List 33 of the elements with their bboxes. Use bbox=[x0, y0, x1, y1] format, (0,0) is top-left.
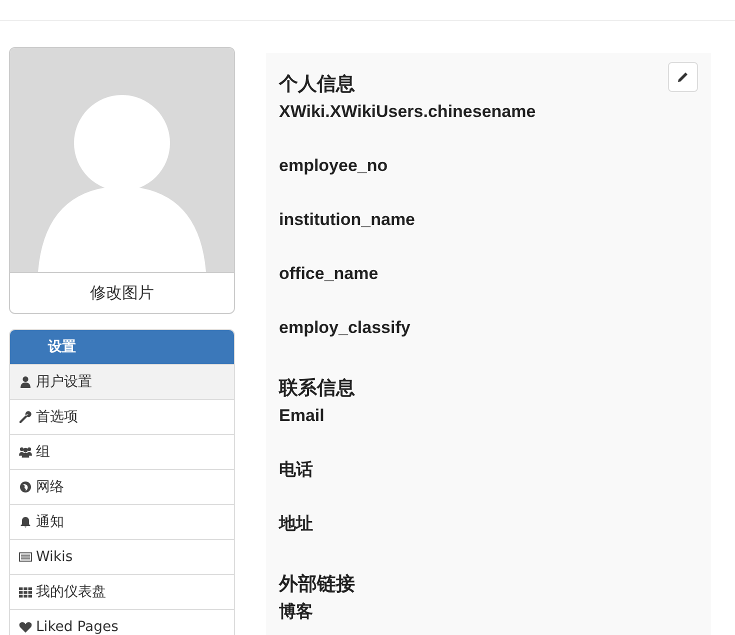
field-label: Email bbox=[279, 405, 324, 427]
field-label: 博客 bbox=[279, 601, 313, 623]
change-picture-link[interactable]: 修改图片 bbox=[10, 272, 234, 313]
field-label: 电话 bbox=[279, 459, 313, 481]
menu-item[interactable]: 组 bbox=[10, 434, 234, 469]
bell-icon bbox=[19, 516, 32, 528]
user-icon bbox=[19, 376, 32, 388]
menu-item[interactable]: 我的仪表盘 bbox=[10, 574, 234, 609]
field-label: XWiki.XWikiUsers.chinesename bbox=[279, 101, 536, 123]
field-label: office_name bbox=[279, 263, 378, 285]
globe-icon bbox=[19, 481, 32, 493]
heart-icon bbox=[19, 621, 32, 633]
list-icon bbox=[19, 551, 32, 563]
field-label: employ_classify bbox=[279, 317, 410, 339]
menu-item[interactable]: Liked Pages bbox=[10, 609, 234, 635]
section-heading: 联系信息 bbox=[279, 376, 355, 401]
wrench-icon bbox=[19, 411, 32, 423]
field-label: institution_name bbox=[279, 209, 416, 231]
menu-item[interactable]: Wikis bbox=[10, 539, 234, 574]
section-heading: 外部链接 bbox=[279, 572, 355, 597]
avatar-placeholder-icon bbox=[10, 48, 234, 272]
menu-item[interactable]: 通知 bbox=[10, 504, 234, 539]
grid-icon bbox=[19, 586, 32, 598]
menu-header: 设置 bbox=[10, 330, 234, 364]
edit-button[interactable] bbox=[668, 62, 698, 92]
menu-item[interactable]: 首选项 bbox=[10, 399, 234, 434]
section-heading: 个人信息 bbox=[279, 72, 355, 97]
field-label: employee_no bbox=[279, 155, 388, 177]
menu-item[interactable]: 用户设置 bbox=[10, 364, 234, 399]
menu-item[interactable]: 网络 bbox=[10, 469, 234, 504]
field-label: 地址 bbox=[279, 513, 313, 535]
pencil-icon bbox=[677, 71, 689, 83]
group-icon bbox=[19, 446, 32, 458]
